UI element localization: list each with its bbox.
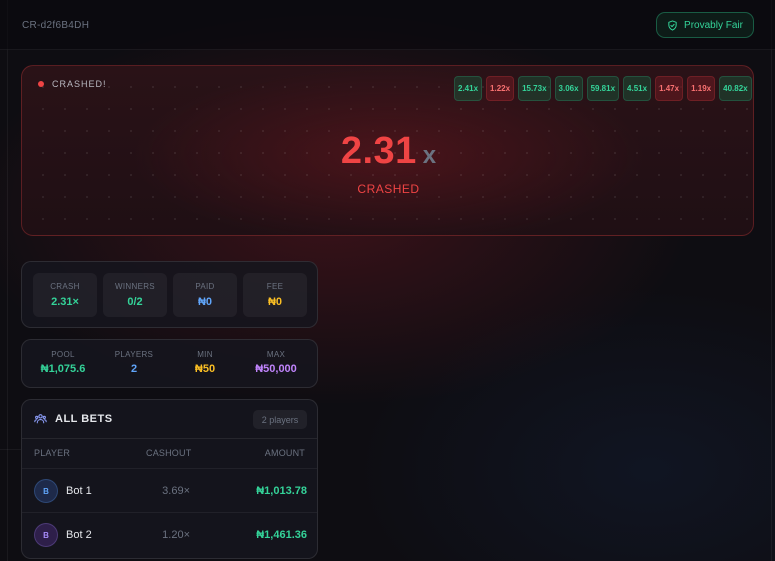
round-id: CR-d2f6B4DH: [22, 20, 90, 31]
round-stats-card: CRASH 2.31× WINNERS 0/2 PAID ₦0 FEE ₦0: [21, 261, 318, 328]
bets-title: ALL BETS: [34, 412, 113, 425]
avatar: B: [34, 479, 58, 503]
multiplier-history: 2.41x 1.22x 15.73x 3.06x 59.81x 4.51x 1.47x 1.1…: [454, 76, 753, 101]
pool-value: ₦1,075.6: [40, 363, 86, 375]
all-bets-card: ALL BETS 2 players PLAYER CASHOUT AMOUNT…: [21, 399, 318, 559]
stat-value: 0/2: [127, 296, 143, 308]
multiplier-value: 2.31: [340, 130, 417, 172]
cashout-value: 1.20×: [162, 529, 190, 541]
history-chip[interactable]: 15.73x: [518, 76, 551, 101]
provably-fair-label: Provably Fair: [684, 19, 743, 31]
pool-min-bet: MIN ₦50: [168, 350, 242, 375]
column-player[interactable]: PLAYER: [34, 448, 70, 458]
pool-info-card: POOL ₦1,075.6 PLAYERS 2 MIN ₦50 MAX ₦50,…: [21, 339, 318, 388]
multiplier-display: 2.31 x: [22, 130, 753, 173]
column-cashout[interactable]: CASHOUT: [146, 448, 191, 458]
round-status: CRASHED!: [38, 79, 107, 89]
bet-row: B Bot 1 3.69× ₦1,013.78: [22, 469, 317, 513]
stat-value: 2.31×: [51, 296, 79, 308]
cashout-value: 3.69×: [162, 485, 190, 497]
status-dot-icon: [38, 81, 44, 87]
history-chip[interactable]: 3.06x: [554, 76, 583, 101]
bet-row: B Bot 2 1.20× ₦1,461.36: [22, 513, 317, 557]
stat-label: PAID: [195, 282, 215, 291]
multiplier-suffix: x: [422, 142, 437, 169]
pool-value: 2: [130, 363, 138, 375]
stat-crash: CRASH 2.31×: [33, 273, 97, 317]
divider: [0, 449, 21, 450]
result-label: CRASHED: [357, 182, 420, 196]
history-chip[interactable]: 1.22x: [486, 76, 515, 101]
bets-header: ALL BETS 2 players: [22, 400, 317, 439]
player-name: Bot 1: [66, 485, 92, 497]
top-bar: CR-d2f6B4DH Provably Fair: [0, 0, 775, 50]
stat-fee: FEE ₦0: [243, 273, 307, 317]
players-count-badge: 2 players: [253, 410, 307, 429]
history-chip[interactable]: 1.47x: [655, 76, 684, 101]
bet-amount: ₦1,013.78: [256, 485, 307, 497]
pool-max-bet: MAX ₦50,000: [239, 350, 313, 375]
pool-label: POOL: [51, 350, 75, 359]
stat-label: CRASH: [50, 282, 80, 291]
history-chip[interactable]: 4.51x: [623, 76, 652, 101]
history-chip[interactable]: 1.19x: [687, 76, 716, 101]
bets-title-label: ALL BETS: [55, 412, 113, 425]
stat-winners: WINNERS 0/2: [103, 273, 167, 317]
provably-fair-button[interactable]: Provably Fair: [656, 12, 754, 38]
stat-paid: PAID ₦0: [173, 273, 237, 317]
pool-total: POOL ₦1,075.6: [26, 350, 100, 375]
pool-label: MIN: [197, 350, 213, 359]
game-panel: CRASHED! 2.41x 1.22x 15.73x 3.06x 59.81x 4.51…: [21, 65, 754, 236]
pool-label: PLAYERS: [114, 350, 154, 359]
stat-label: FEE: [266, 282, 284, 291]
stat-value: ₦0: [267, 296, 283, 308]
users-icon: [34, 414, 47, 424]
shield-check-icon: [668, 19, 677, 31]
history-chip[interactable]: 40.82x: [719, 76, 752, 101]
avatar: B: [34, 523, 58, 547]
history-chip[interactable]: 59.81x: [586, 76, 620, 101]
stat-label: WINNERS: [115, 282, 155, 291]
pool-value: ₦50: [194, 363, 216, 375]
column-amount[interactable]: AMOUNT: [265, 448, 305, 458]
pool-label: MAX: [266, 350, 286, 359]
stat-value: ₦0: [197, 296, 213, 308]
status-label: CRASHED!: [52, 79, 107, 89]
pool-players: PLAYERS 2: [97, 350, 171, 375]
bet-amount: ₦1,461.36: [256, 529, 307, 541]
player-name: Bot 2: [66, 529, 92, 541]
pool-value: ₦50,000: [255, 363, 297, 375]
history-chip[interactable]: 2.41x: [454, 76, 483, 101]
